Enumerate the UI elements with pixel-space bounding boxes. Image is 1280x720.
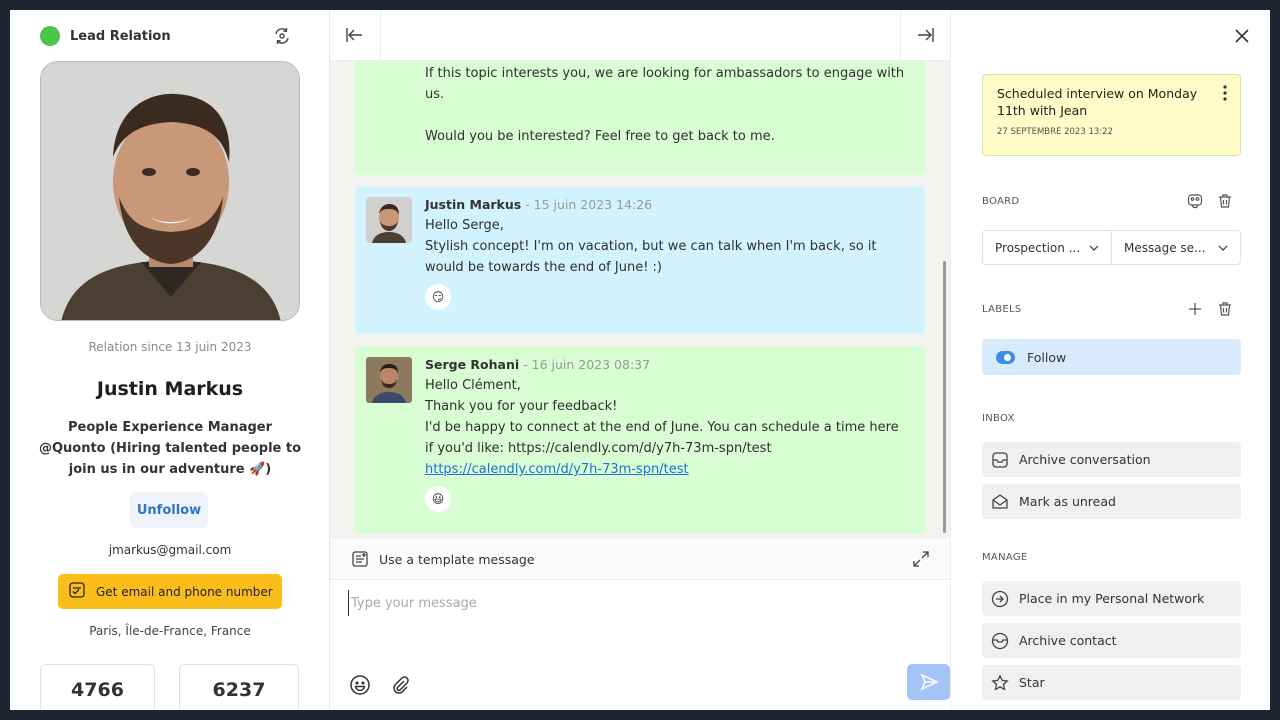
message-timestamp: - 16 juin 2023 08:37 [519, 357, 651, 372]
message-line: I'd be happy to connect at the end of Ju… [425, 420, 899, 456]
manage-section-title: MANAGE [982, 552, 1028, 563]
message-bubble: Serge Rohani - 16 juin 2023 08:37 Hello … [355, 346, 925, 534]
close-icon[interactable] [1233, 27, 1251, 49]
message-line: Stylish concept! I'm on vacation, but we… [425, 239, 877, 275]
message-bubble: Justin Markus - 15 juin 2023 14:26 Hello… [355, 186, 925, 334]
chevron-down-icon [1089, 245, 1099, 251]
collapse-left-icon[interactable] [345, 25, 365, 49]
mark-unread-button[interactable]: Mark as unread [982, 484, 1241, 519]
action-label: Mark as unread [1019, 494, 1116, 509]
plus-icon[interactable] [1187, 301, 1203, 321]
message-timestamp: - 15 juin 2023 14:26 [521, 197, 653, 212]
note-text: Scheduled interview on Monday 11th with … [997, 86, 1198, 118]
message-input[interactable] [348, 590, 928, 616]
labels-section-title: LABELS [982, 304, 1022, 315]
avatar [366, 197, 412, 243]
label-follow[interactable]: Follow [982, 339, 1241, 375]
use-template-button[interactable]: Use a template message [379, 552, 535, 567]
status-title: Lead Relation [70, 28, 171, 44]
contact-email: jmarkus@gmail.com [108, 543, 232, 557]
tag-icon [996, 350, 1015, 364]
message-thread[interactable]: If this topic interests you, we are look… [330, 61, 950, 537]
send-button[interactable] [907, 664, 950, 700]
stat-box: 6237 [179, 664, 299, 710]
archive-conversation-button[interactable]: Archive conversation [982, 442, 1241, 477]
toolbar-divider [900, 10, 901, 61]
star-icon [991, 673, 1009, 691]
contact-name: Justin Markus [96, 378, 244, 400]
status-dot [40, 26, 60, 46]
enter-circle-icon [991, 590, 1009, 607]
paperclip-icon[interactable] [389, 674, 411, 700]
contact-location: Paris, Île-de-France, France [89, 624, 251, 638]
personal-network-button[interactable]: Place in my Personal Network [982, 581, 1241, 616]
calendly-link[interactable]: https://calendly.com/d/y7h-73m-spn/test [425, 462, 689, 477]
conversation-panel: If this topic interests you, we are look… [330, 10, 950, 710]
board-section-title: BOARD [982, 196, 1020, 207]
contact-card-icon [68, 581, 86, 602]
inbox-archive-icon [992, 451, 1008, 468]
message-line: If this topic interests you, we are look… [425, 66, 905, 102]
message-line: Hello Serge, [425, 218, 504, 233]
status-header: Lead Relation [40, 26, 171, 46]
relation-since: Relation since 13 juin 2023 [88, 340, 252, 354]
profile-photo [40, 61, 300, 321]
message-author: Serge Rohani [425, 357, 520, 372]
get-email-phone-label: Get email and phone number [96, 584, 273, 599]
note-date: 27 SEPTEMBRE 2023 13:22 [997, 127, 1113, 137]
dropdown-value: Prospection ... [995, 240, 1081, 255]
dropdown-value: Message se... [1124, 240, 1206, 255]
template-icon[interactable] [351, 550, 369, 572]
message-bubble: If this topic interests you, we are look… [355, 61, 925, 175]
message-line: Would you be interested? Feel free to ge… [425, 129, 775, 144]
trash-icon[interactable] [1217, 301, 1233, 321]
unfollow-button[interactable]: Unfollow [130, 492, 208, 528]
avatar [366, 357, 412, 403]
expand-icon[interactable] [912, 550, 930, 572]
trash-icon[interactable] [1217, 193, 1233, 213]
template-bar: Use a template message [330, 537, 950, 580]
inbox-section-title: INBOX [982, 413, 1015, 424]
emoji-icon[interactable] [349, 674, 371, 700]
message-line: Thank you for your feedback! [425, 399, 618, 414]
note-card[interactable]: Scheduled interview on Monday 11th with … [982, 74, 1241, 156]
archive-contact-button[interactable]: Archive contact [982, 623, 1241, 658]
collapse-right-icon[interactable] [915, 25, 935, 49]
envelope-icon [992, 493, 1008, 509]
board-settings-icon[interactable] [1187, 193, 1203, 213]
get-email-phone-button[interactable]: Get email and phone number [58, 574, 282, 609]
action-label: Archive contact [1019, 633, 1117, 648]
board-selectors: Prospection ... Message se... [982, 230, 1241, 265]
board-pipeline-dropdown[interactable]: Prospection ... [983, 231, 1111, 264]
thread-scrollbar[interactable] [943, 261, 946, 533]
action-label: Archive conversation [1019, 452, 1151, 467]
contact-headline: People Experience Manager @Quonto (Hirin… [38, 420, 302, 477]
reaction-badge[interactable]: 😏 [425, 284, 451, 310]
reaction-badge[interactable]: 😃 [425, 486, 451, 512]
stat-box: 4766 [40, 664, 155, 710]
message-line: Hello Clément, [425, 378, 521, 393]
send-icon [920, 673, 939, 691]
toolbar-divider [380, 10, 381, 61]
details-panel: Scheduled interview on Monday 11th with … [950, 10, 1270, 710]
sync-icon[interactable] [272, 26, 292, 46]
chevron-down-icon [1218, 245, 1228, 251]
label-text: Follow [1027, 349, 1067, 365]
archive-circle-icon [991, 632, 1009, 649]
star-button[interactable]: Star [982, 665, 1241, 700]
conversation-toolbar [330, 10, 950, 61]
board-stage-dropdown[interactable]: Message se... [1111, 231, 1240, 264]
action-label: Place in my Personal Network [1019, 591, 1205, 606]
contact-modal: Lead Relation Relation since 13 juin 202… [10, 10, 1270, 710]
profile-panel: Lead Relation Relation since 13 juin 202… [10, 10, 330, 710]
action-label: Star [1019, 675, 1045, 690]
more-vertical-icon[interactable] [1223, 85, 1227, 105]
message-author: Justin Markus [425, 197, 522, 212]
